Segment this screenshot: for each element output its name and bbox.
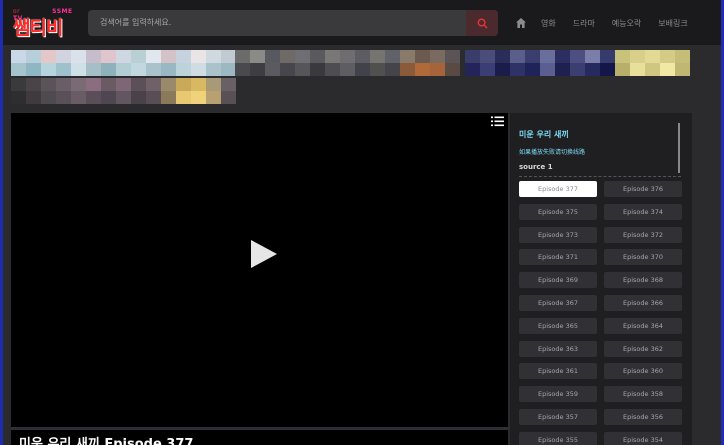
episode-button[interactable]: Episode 361: [519, 363, 597, 380]
main-nav: 영화 드라마 예능오락 보배링크: [515, 14, 705, 32]
episode-button[interactable]: Episode 371: [519, 249, 597, 266]
video-player[interactable]: 미운 우리 새끼 Episode 377: [11, 113, 508, 445]
search-bar[interactable]: 검색어를 입력하세요.: [88, 10, 498, 36]
episode-button[interactable]: Episode 364: [604, 317, 682, 334]
episode-button[interactable]: Episode 359: [519, 386, 597, 403]
episode-button[interactable]: Episode 368: [604, 272, 682, 289]
nav-movies[interactable]: 영화: [541, 18, 556, 29]
episode-button[interactable]: Episode 367: [519, 295, 597, 311]
search-icon: [477, 18, 488, 29]
episode-button[interactable]: Episode 358: [604, 386, 682, 403]
episode-button[interactable]: Episode 369: [519, 272, 597, 289]
episode-button[interactable]: Episode 377: [519, 181, 597, 197]
search-button[interactable]: [466, 10, 498, 36]
episode-button[interactable]: Episode 356: [604, 409, 682, 425]
ad-banner-2[interactable]: [235, 50, 460, 76]
play-icon[interactable]: [249, 239, 279, 269]
ad-banner-1[interactable]: [11, 50, 236, 76]
scrollbar[interactable]: [678, 123, 680, 173]
source-label[interactable]: source 1: [519, 163, 553, 171]
episode-button[interactable]: Episode 375: [519, 203, 597, 220]
site-logo[interactable]: or SSME TV 쌤티비: [13, 8, 75, 39]
episode-button[interactable]: Episode 362: [604, 340, 682, 357]
player-progress-bar[interactable]: [11, 427, 508, 430]
nav-links[interactable]: 보배링크: [658, 18, 687, 29]
episode-button[interactable]: Episode 370: [604, 249, 682, 266]
search-input[interactable]: 검색어를 입력하세요.: [100, 17, 171, 28]
home-icon[interactable]: [515, 17, 527, 29]
divider: [519, 176, 681, 177]
episode-button[interactable]: Episode 376: [604, 181, 682, 197]
episode-button[interactable]: Episode 366: [604, 295, 682, 311]
logo-text: 쌤티비: [13, 17, 63, 39]
switch-line-hint: 如果播放失败请切换线路: [519, 149, 586, 156]
episode-button[interactable]: Episode 354: [604, 431, 682, 445]
nav-variety[interactable]: 예능오락: [612, 18, 641, 29]
site-header: or SSME TV 쌤티비 검색어를 입력하세요. 영화 드라마 예능오락 보배…: [3, 0, 721, 45]
episode-button[interactable]: Episode 373: [519, 226, 597, 243]
ad-banner-3[interactable]: [465, 50, 690, 76]
video-title: 미운 우리 새끼 Episode 377: [19, 437, 194, 445]
episode-button[interactable]: Episode 360: [604, 363, 682, 380]
show-title: 미운 우리 새끼: [519, 130, 569, 139]
ad-banner-4[interactable]: [11, 78, 236, 104]
nav-drama[interactable]: 드라마: [573, 18, 595, 29]
episode-button[interactable]: Episode 374: [604, 203, 682, 220]
episode-button[interactable]: Episode 357: [519, 409, 597, 425]
episode-sidebar: 미운 우리 새끼 如果播放失败请切换线路 source 1 Episode 37…: [510, 113, 692, 445]
episode-button[interactable]: Episode 365: [519, 317, 597, 334]
episode-button[interactable]: Episode 355: [519, 431, 597, 445]
episode-button[interactable]: Episode 372: [604, 226, 682, 243]
playlist-icon[interactable]: [491, 116, 504, 127]
episode-button[interactable]: Episode 363: [519, 340, 597, 357]
